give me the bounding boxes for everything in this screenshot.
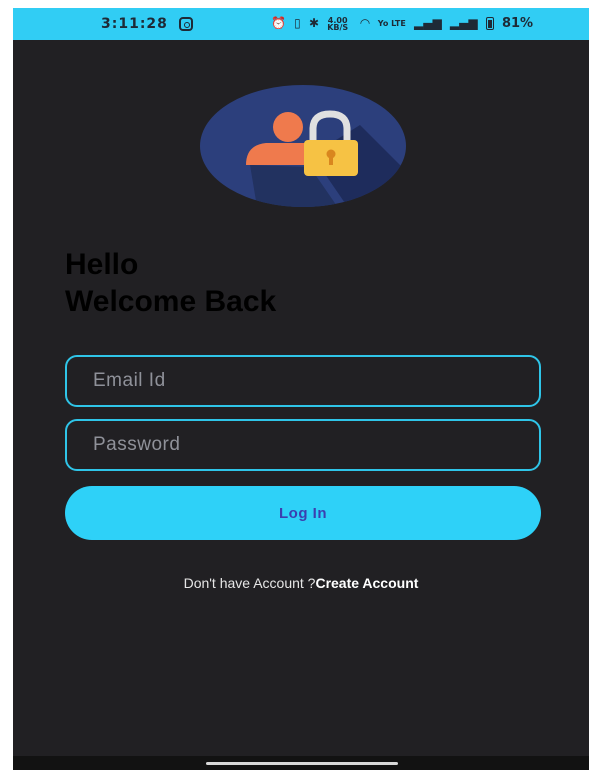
vibrate-icon: ▯ bbox=[294, 16, 301, 30]
signal-icon: ▂▄▆ bbox=[414, 16, 442, 30]
home-gesture-handle[interactable] bbox=[206, 762, 398, 765]
email-field[interactable] bbox=[65, 355, 541, 407]
welcome-heading: Hello Welcome Back bbox=[65, 246, 276, 320]
battery-percent: 81% bbox=[501, 16, 534, 31]
battery-icon bbox=[485, 17, 494, 30]
network-speed: 4.00 KB/S bbox=[327, 15, 349, 32]
greeting-line-welcome: Welcome Back bbox=[65, 285, 277, 318]
signal-icon-2: ▂▄▆ bbox=[449, 16, 478, 30]
status-icons: ⏰ ▯ ✱ 4.00 KB/S ◠ Yo LTE ▂▄▆ ▂▄▆ 81% bbox=[271, 16, 537, 31]
status-bar: 3:11:28 ⏰ ▯ ✱ 4.00 KB/S ◠ Yo LTE ▂▄▆ ▂▄▆ … bbox=[13, 8, 589, 40]
greeting-line-hello: Hello bbox=[65, 248, 139, 281]
wifi-icon: ◠ bbox=[360, 16, 370, 30]
instagram-icon bbox=[179, 17, 193, 31]
user-lock-icon bbox=[200, 85, 406, 207]
navigation-bar bbox=[13, 756, 589, 770]
password-field[interactable] bbox=[65, 419, 541, 471]
alarm-icon: ⏰ bbox=[271, 16, 286, 30]
status-time: 3:11:28 bbox=[101, 16, 168, 32]
bluetooth-icon: ✱ bbox=[308, 16, 319, 30]
signup-row: Don't have Account ?Create Account bbox=[13, 575, 589, 591]
login-screen: 3:11:28 ⏰ ▯ ✱ 4.00 KB/S ◠ Yo LTE ▂▄▆ ▂▄▆ … bbox=[13, 8, 589, 770]
network-label: Yo LTE bbox=[377, 19, 406, 28]
create-account-link[interactable]: Create Account bbox=[315, 575, 418, 591]
signup-prompt: Don't have Account ? bbox=[183, 575, 316, 591]
login-button[interactable]: Log In bbox=[65, 486, 541, 540]
